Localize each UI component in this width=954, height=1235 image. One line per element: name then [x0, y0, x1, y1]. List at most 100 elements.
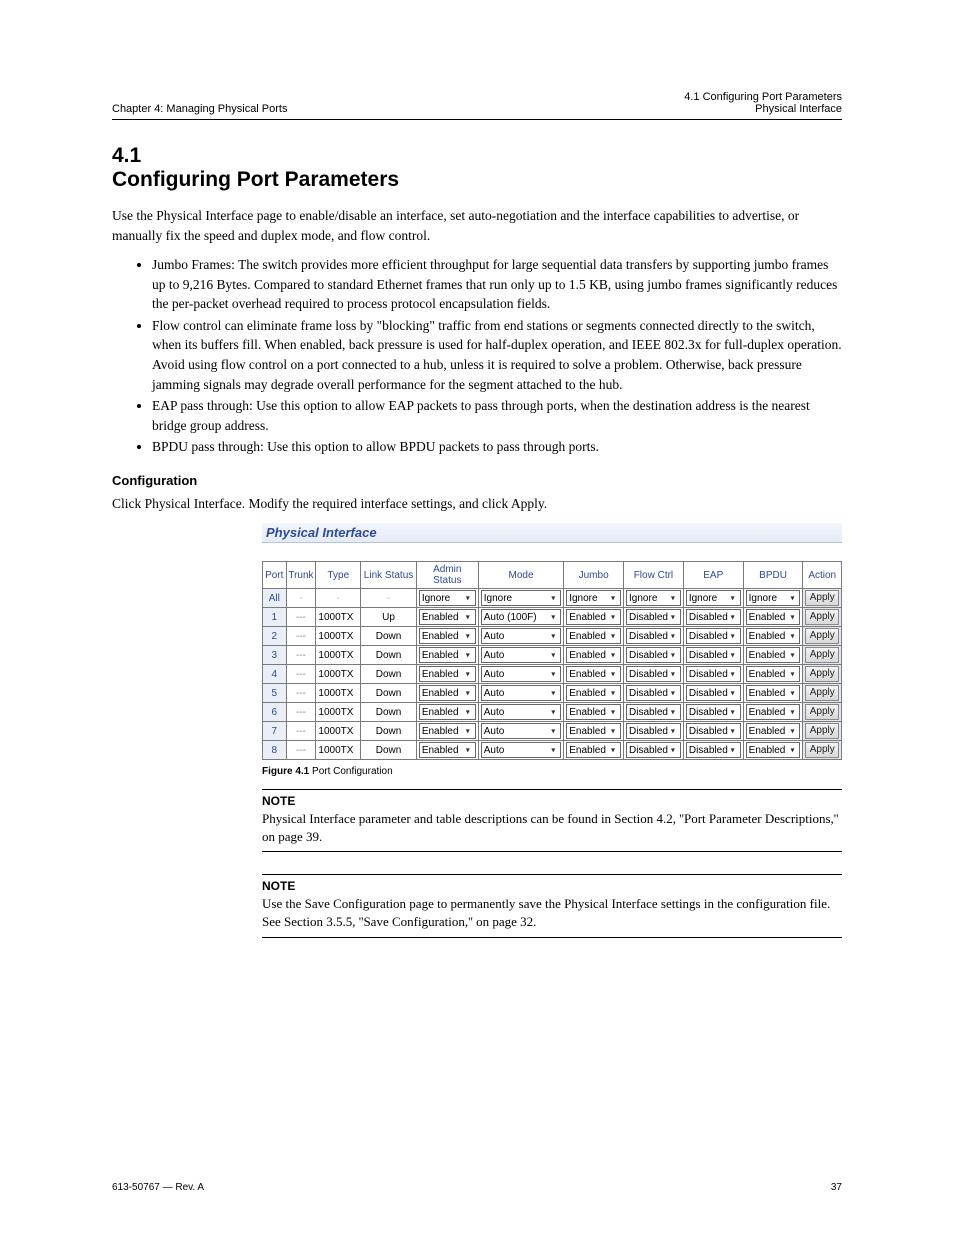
mode-select[interactable]: Auto▾	[481, 704, 561, 720]
header-right-bottom: Physical Interface	[684, 103, 842, 115]
eap-select[interactable]: Disabled▾	[686, 647, 741, 663]
chevron-down-icon: ▾	[463, 689, 473, 698]
chevron-down-icon: ▾	[668, 708, 678, 717]
flow-ctrl-select[interactable]: Disabled▾	[626, 666, 681, 682]
chevron-down-icon: ▾	[608, 594, 618, 603]
figure-block: Physical Interface Port Trunk Type Link …	[262, 523, 842, 760]
mode-select[interactable]: Auto▾	[481, 647, 561, 663]
cell-type: 1000TX	[316, 646, 361, 665]
chevron-down-icon: ▾	[787, 594, 797, 603]
apply-button[interactable]: Apply	[805, 590, 839, 606]
mode-select[interactable]: Ignore▾	[481, 590, 561, 606]
jumbo-select[interactable]: Enabled▾	[566, 685, 621, 701]
admin-status-select[interactable]: Enabled▾	[419, 723, 476, 739]
note-text: Physical Interface parameter and table d…	[262, 810, 842, 851]
panel-title: Physical Interface	[262, 523, 842, 543]
bpdu-select[interactable]: Enabled▾	[746, 647, 801, 663]
table-header-row: Port Trunk Type Link Status Admin Status…	[263, 562, 842, 589]
chevron-down-icon: ▾	[463, 632, 473, 641]
jumbo-select[interactable]: Enabled▾	[566, 609, 621, 625]
bpdu-select[interactable]: Enabled▾	[746, 666, 801, 682]
chevron-down-icon: ▾	[728, 689, 738, 698]
cell-trunk: ---	[286, 665, 316, 684]
flow-ctrl-select[interactable]: Disabled▾	[626, 647, 681, 663]
admin-status-select[interactable]: Enabled▾	[419, 609, 476, 625]
admin-status-select[interactable]: Enabled▾	[419, 666, 476, 682]
apply-button[interactable]: Apply	[805, 609, 839, 625]
chevron-down-icon: ▾	[668, 594, 678, 603]
bpdu-select[interactable]: Enabled▾	[746, 609, 801, 625]
chevron-down-icon: ▾	[787, 632, 797, 641]
cell-link: Up	[361, 608, 417, 627]
eap-select[interactable]: Disabled▾	[686, 723, 741, 739]
apply-button[interactable]: Apply	[805, 685, 839, 701]
mode-select[interactable]: Auto (100F)▾	[481, 609, 561, 625]
flow-ctrl-select[interactable]: Disabled▾	[626, 742, 681, 758]
eap-select[interactable]: Ignore▾	[686, 590, 741, 606]
apply-button[interactable]: Apply	[805, 723, 839, 739]
bpdu-select[interactable]: Enabled▾	[746, 704, 801, 720]
cell-type: 1000TX	[316, 665, 361, 684]
cell-port: 7	[263, 722, 287, 741]
cell-port: 1	[263, 608, 287, 627]
admin-status-select[interactable]: Enabled▾	[419, 704, 476, 720]
eap-select[interactable]: Disabled▾	[686, 628, 741, 644]
apply-button[interactable]: Apply	[805, 628, 839, 644]
configuration-heading: Configuration	[112, 473, 842, 488]
bpdu-select[interactable]: Ignore▾	[746, 590, 801, 606]
jumbo-select[interactable]: Enabled▾	[566, 723, 621, 739]
admin-status-select[interactable]: Ignore▾	[419, 590, 476, 606]
chevron-down-icon: ▾	[668, 632, 678, 641]
cell-link: Down	[361, 665, 417, 684]
admin-status-select[interactable]: Enabled▾	[419, 742, 476, 758]
mode-select[interactable]: Auto▾	[481, 742, 561, 758]
jumbo-select[interactable]: Enabled▾	[566, 666, 621, 682]
chevron-down-icon: ▾	[728, 651, 738, 660]
bullet-item: Flow control can eliminate frame loss by…	[152, 316, 842, 394]
apply-button[interactable]: Apply	[805, 647, 839, 663]
flow-ctrl-select[interactable]: Disabled▾	[626, 685, 681, 701]
apply-button[interactable]: Apply	[805, 704, 839, 720]
flow-ctrl-select[interactable]: Disabled▾	[626, 704, 681, 720]
eap-select[interactable]: Disabled▾	[686, 742, 741, 758]
cell-type: 1000TX	[316, 722, 361, 741]
mode-select[interactable]: Auto▾	[481, 685, 561, 701]
cell-trunk: -	[286, 589, 316, 608]
admin-status-select[interactable]: Enabled▾	[419, 647, 476, 663]
chevron-down-icon: ▾	[548, 670, 558, 679]
admin-status-select[interactable]: Enabled▾	[419, 685, 476, 701]
apply-button[interactable]: Apply	[805, 666, 839, 682]
eap-select[interactable]: Disabled▾	[686, 685, 741, 701]
flow-ctrl-select[interactable]: Ignore▾	[626, 590, 681, 606]
mode-select[interactable]: Auto▾	[481, 666, 561, 682]
bpdu-select[interactable]: Enabled▾	[746, 723, 801, 739]
bpdu-select[interactable]: Enabled▾	[746, 742, 801, 758]
mode-select[interactable]: Auto▾	[481, 723, 561, 739]
bpdu-select[interactable]: Enabled▾	[746, 685, 801, 701]
flow-ctrl-select[interactable]: Disabled▾	[626, 628, 681, 644]
cell-link: Down	[361, 646, 417, 665]
jumbo-select[interactable]: Enabled▾	[566, 628, 621, 644]
col-mode: Mode	[478, 562, 563, 589]
bpdu-select[interactable]: Enabled▾	[746, 628, 801, 644]
cell-link: Down	[361, 627, 417, 646]
jumbo-select[interactable]: Enabled▾	[566, 647, 621, 663]
mode-select[interactable]: Auto▾	[481, 628, 561, 644]
chevron-down-icon: ▾	[548, 727, 558, 736]
chevron-down-icon: ▾	[548, 689, 558, 698]
footer-right: 37	[831, 1182, 842, 1193]
jumbo-select[interactable]: Enabled▾	[566, 704, 621, 720]
jumbo-select[interactable]: Ignore▾	[566, 590, 621, 606]
apply-button[interactable]: Apply	[805, 742, 839, 758]
jumbo-select[interactable]: Enabled▾	[566, 742, 621, 758]
flow-ctrl-select[interactable]: Disabled▾	[626, 609, 681, 625]
admin-status-select[interactable]: Enabled▾	[419, 628, 476, 644]
eap-select[interactable]: Disabled▾	[686, 704, 741, 720]
eap-select[interactable]: Disabled▾	[686, 609, 741, 625]
flow-ctrl-select[interactable]: Disabled▾	[626, 723, 681, 739]
table-row: All---Ignore▾Ignore▾Ignore▾Ignore▾Ignore…	[263, 589, 842, 608]
eap-select[interactable]: Disabled▾	[686, 666, 741, 682]
chevron-down-icon: ▾	[463, 708, 473, 717]
cell-type: 1000TX	[316, 703, 361, 722]
cell-link: Down	[361, 722, 417, 741]
